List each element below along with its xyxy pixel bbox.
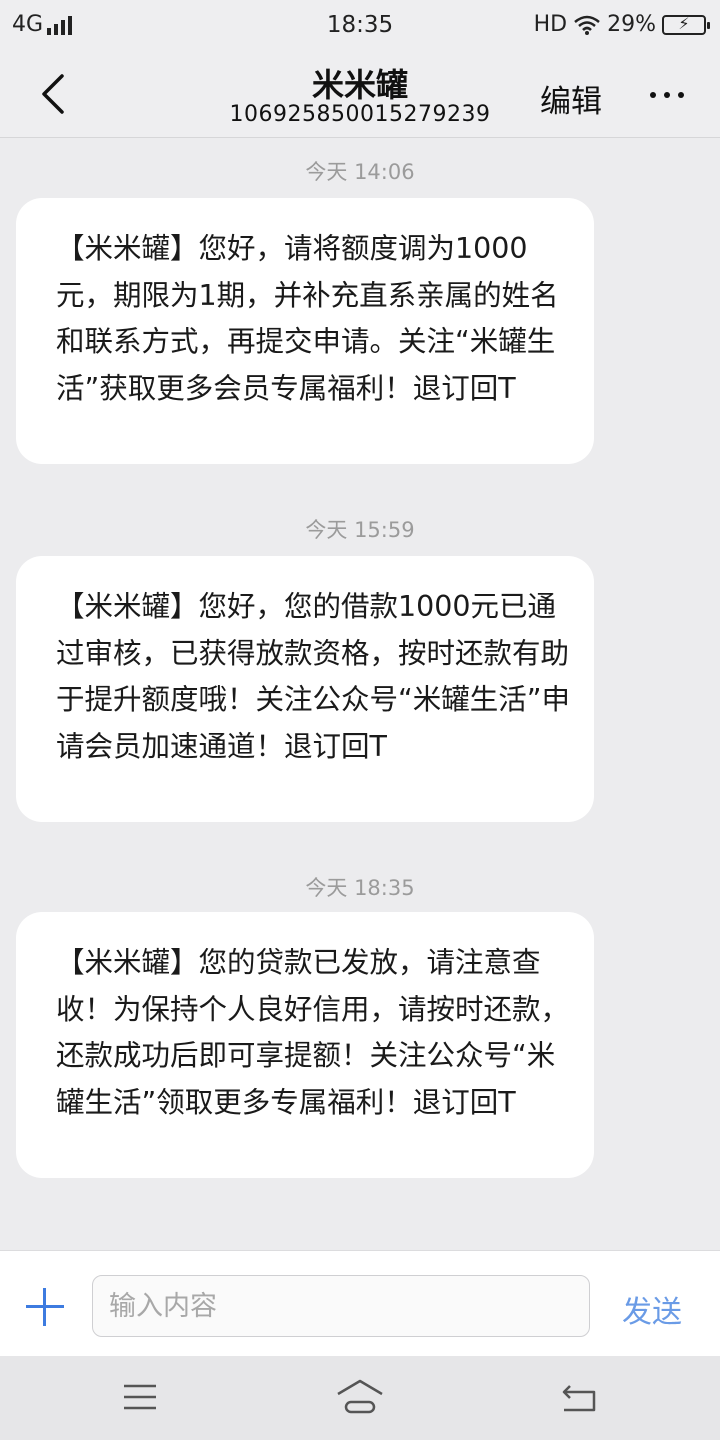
message-bubble[interactable]: 【米米罐】您好，请将额度调为1000元，期限为1期，并补充直系亲属的姓名和联系方… [16, 198, 594, 464]
contact-number: 106925850015279239 [229, 102, 491, 127]
message-timestamp: 今天 15:59 [305, 518, 415, 542]
add-attachment-icon[interactable] [26, 1288, 64, 1326]
message-input[interactable] [92, 1275, 590, 1337]
wifi-icon [574, 15, 600, 35]
system-indicators: HD 29% ⚡ [533, 12, 710, 37]
return-icon[interactable] [560, 1382, 598, 1414]
message-bubble[interactable]: 【米米罐】您好，您的借款1000元已通过审核，已获得放款资格，按时还款有助于提升… [16, 556, 594, 822]
edit-button[interactable]: 编辑 [540, 76, 602, 121]
message-timestamp: 今天 18:35 [305, 876, 415, 900]
message-bubble[interactable]: 【米米罐】您的贷款已发放，请注意查收！为保持个人良好信用，请按时还款，还款成功后… [16, 912, 594, 1178]
contact-name: 米米罐 [311, 66, 408, 104]
conversation-header: 米米罐 106925850015279239 编辑 [0, 50, 720, 138]
compose-bar: 发送 [0, 1250, 720, 1356]
menu-icon[interactable] [122, 1382, 158, 1412]
message-list[interactable]: 今天 14:06 【米米罐】您好，请将额度调为1000元，期限为1期，并补充直系… [0, 138, 720, 1250]
send-button[interactable]: 发送 [622, 1287, 682, 1331]
message-timestamp: 今天 14:06 [305, 160, 415, 184]
status-bar: 4G 18:35 HD 29% ⚡ [0, 0, 720, 50]
more-icon[interactable] [650, 92, 684, 98]
hd-indicator: HD [533, 12, 568, 37]
system-nav-bar [0, 1356, 720, 1440]
battery-icon: ⚡ [662, 14, 710, 35]
home-icon[interactable] [334, 1378, 386, 1416]
battery-percent: 29% [607, 12, 656, 37]
